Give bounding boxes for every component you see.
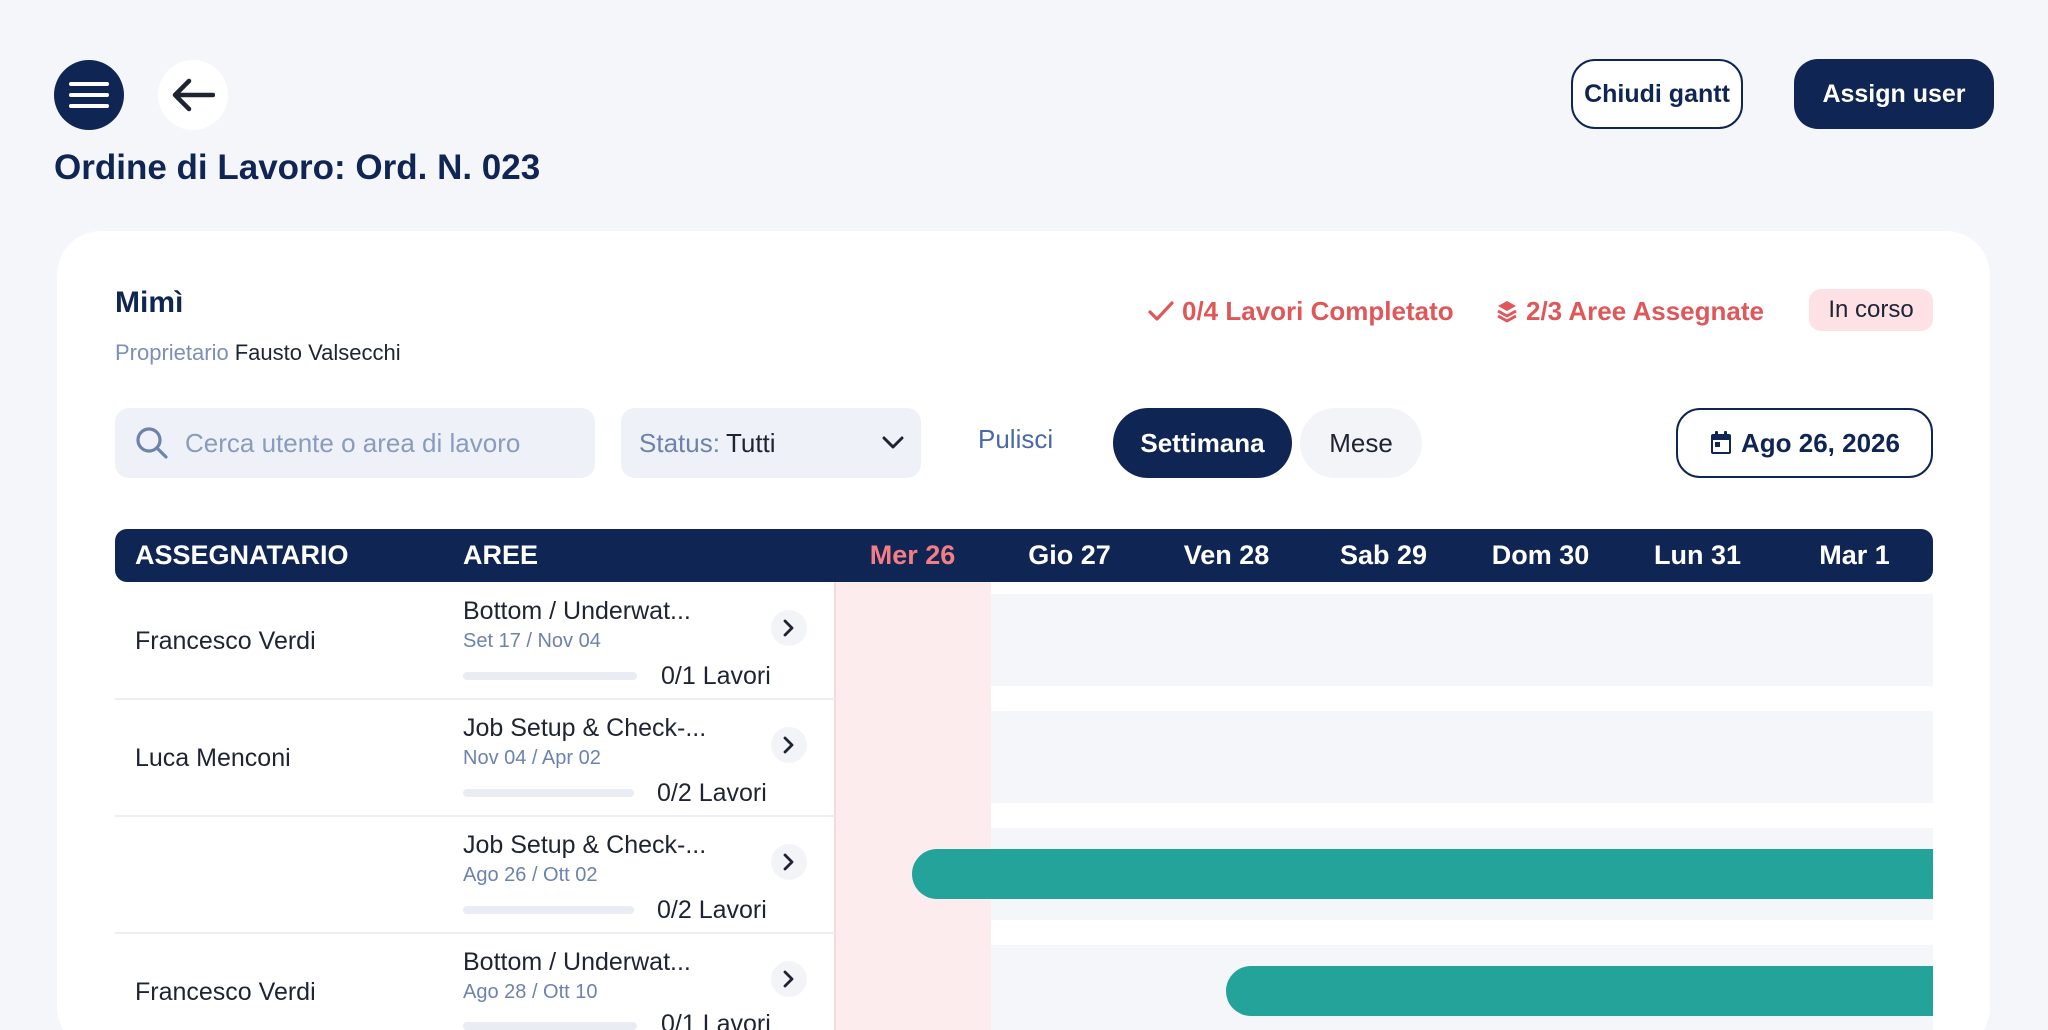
works-count: 0/1 Lavori xyxy=(661,1010,771,1030)
month-view-tab[interactable]: Mese xyxy=(1300,408,1422,478)
search-icon xyxy=(136,427,168,459)
page-title: Ordine di Lavoro: Ord. N. 023 xyxy=(54,148,541,187)
boat-name: Mimì xyxy=(115,286,184,319)
status-filter-value: Tutti xyxy=(725,427,776,458)
area-dates: Ago 28 / Ott 10 xyxy=(463,981,598,1003)
search-box xyxy=(115,408,595,478)
menu-button[interactable] xyxy=(54,60,124,130)
back-button[interactable] xyxy=(158,60,228,130)
chevron-right-icon xyxy=(783,970,794,988)
gantt-header: ASSEGNATARIO AREE Mer 26 Gio 27 Ven 28 S… xyxy=(115,529,1933,582)
area-title: Job Setup & Check-... xyxy=(463,714,707,742)
status-badge: In corso xyxy=(1809,289,1933,331)
expand-row-button[interactable] xyxy=(771,610,807,646)
owner-value: Fausto Valsecchi xyxy=(234,340,401,365)
date-picker-button[interactable]: Ago 26, 2026 xyxy=(1676,408,1933,478)
row-separator xyxy=(115,815,835,817)
day-header-4: Dom 30 xyxy=(1491,540,1590,570)
works-completed-text: 0/4 Lavori Completato xyxy=(1182,295,1454,326)
works-count: 0/2 Lavori xyxy=(657,779,767,807)
chevron-right-icon xyxy=(783,619,794,637)
status-filter-label: Status: xyxy=(639,427,720,458)
owner-row: Proprietario Fausto Valsecchi xyxy=(115,340,401,366)
expand-row-button[interactable] xyxy=(771,844,807,880)
owner-label: Proprietario xyxy=(115,340,229,365)
assignee-name: Francesco Verdi xyxy=(135,978,316,1006)
expand-row-button[interactable] xyxy=(771,961,807,997)
works-count: 0/1 Lavori xyxy=(661,662,771,690)
chevron-right-icon xyxy=(783,736,794,754)
areas-assigned-stat: 2/3 Aree Assegnate xyxy=(1496,294,1764,328)
area-progress-bar xyxy=(463,789,634,797)
works-completed-stat: 0/4 Lavori Completato xyxy=(1148,294,1454,328)
timeline-divider xyxy=(834,582,836,1030)
chevron-down-icon xyxy=(882,436,904,449)
area-progress-bar xyxy=(463,672,637,680)
day-header-5: Lun 31 xyxy=(1653,540,1741,570)
day-header-1: Gio 27 xyxy=(1028,540,1111,570)
hamburger-icon xyxy=(69,82,109,108)
week-view-tab[interactable]: Settimana xyxy=(1113,408,1292,478)
clear-filters-link[interactable]: Pulisci xyxy=(978,424,1053,455)
assign-user-button[interactable]: Assign user xyxy=(1794,59,1994,129)
timeline-lane-1 xyxy=(991,711,1933,803)
day-header-0: Mer 26 xyxy=(869,540,956,570)
assignee-name: Francesco Verdi xyxy=(135,627,316,655)
area-progress-bar xyxy=(463,906,634,914)
areas-assigned-text: 2/3 Aree Assegnate xyxy=(1526,295,1764,326)
column-header-assignee: ASSEGNATARIO xyxy=(135,540,349,570)
row-separator xyxy=(115,698,835,700)
area-title: Bottom / Underwat... xyxy=(463,597,691,625)
today-column-highlight xyxy=(834,582,991,1030)
layers-icon xyxy=(1497,301,1517,323)
timeline-lane-0 xyxy=(991,594,1933,686)
area-progress-bar xyxy=(463,1022,637,1030)
row-separator xyxy=(115,932,835,934)
area-title: Job Setup & Check-... xyxy=(463,831,707,859)
assignee-name: Luca Menconi xyxy=(135,744,291,772)
day-header-6: Mar 1 xyxy=(1819,540,1890,570)
arrow-left-icon xyxy=(172,78,215,112)
area-title: Bottom / Underwat... xyxy=(463,948,691,976)
chevron-right-icon xyxy=(783,853,794,871)
expand-row-button[interactable] xyxy=(771,727,807,763)
date-picker-label: Ago 26, 2026 xyxy=(1741,427,1900,458)
works-count: 0/2 Lavori xyxy=(657,896,767,924)
status-filter-select[interactable]: Status: Tutti xyxy=(621,408,921,478)
gantt-bar-row-4[interactable] xyxy=(1226,966,1933,1016)
search-input[interactable] xyxy=(183,426,547,460)
day-header-2: Ven 28 xyxy=(1183,540,1270,570)
status-filter-text: Status: Tutti xyxy=(639,428,776,459)
area-dates: Set 17 / Nov 04 xyxy=(463,630,601,652)
calendar-icon xyxy=(1711,431,1731,454)
column-header-areas: AREE xyxy=(463,540,539,570)
close-gantt-button[interactable]: Chiudi gantt xyxy=(1571,59,1743,129)
area-dates: Nov 04 / Apr 02 xyxy=(463,747,601,769)
gantt-bar-row-3[interactable] xyxy=(912,849,1933,899)
check-icon xyxy=(1148,301,1174,321)
day-header-3: Sab 29 xyxy=(1339,540,1428,570)
gantt-page: Chiudi gantt Assign user Ordine di Lavor… xyxy=(0,0,2048,1030)
area-dates: Ago 26 / Ott 02 xyxy=(463,864,598,886)
